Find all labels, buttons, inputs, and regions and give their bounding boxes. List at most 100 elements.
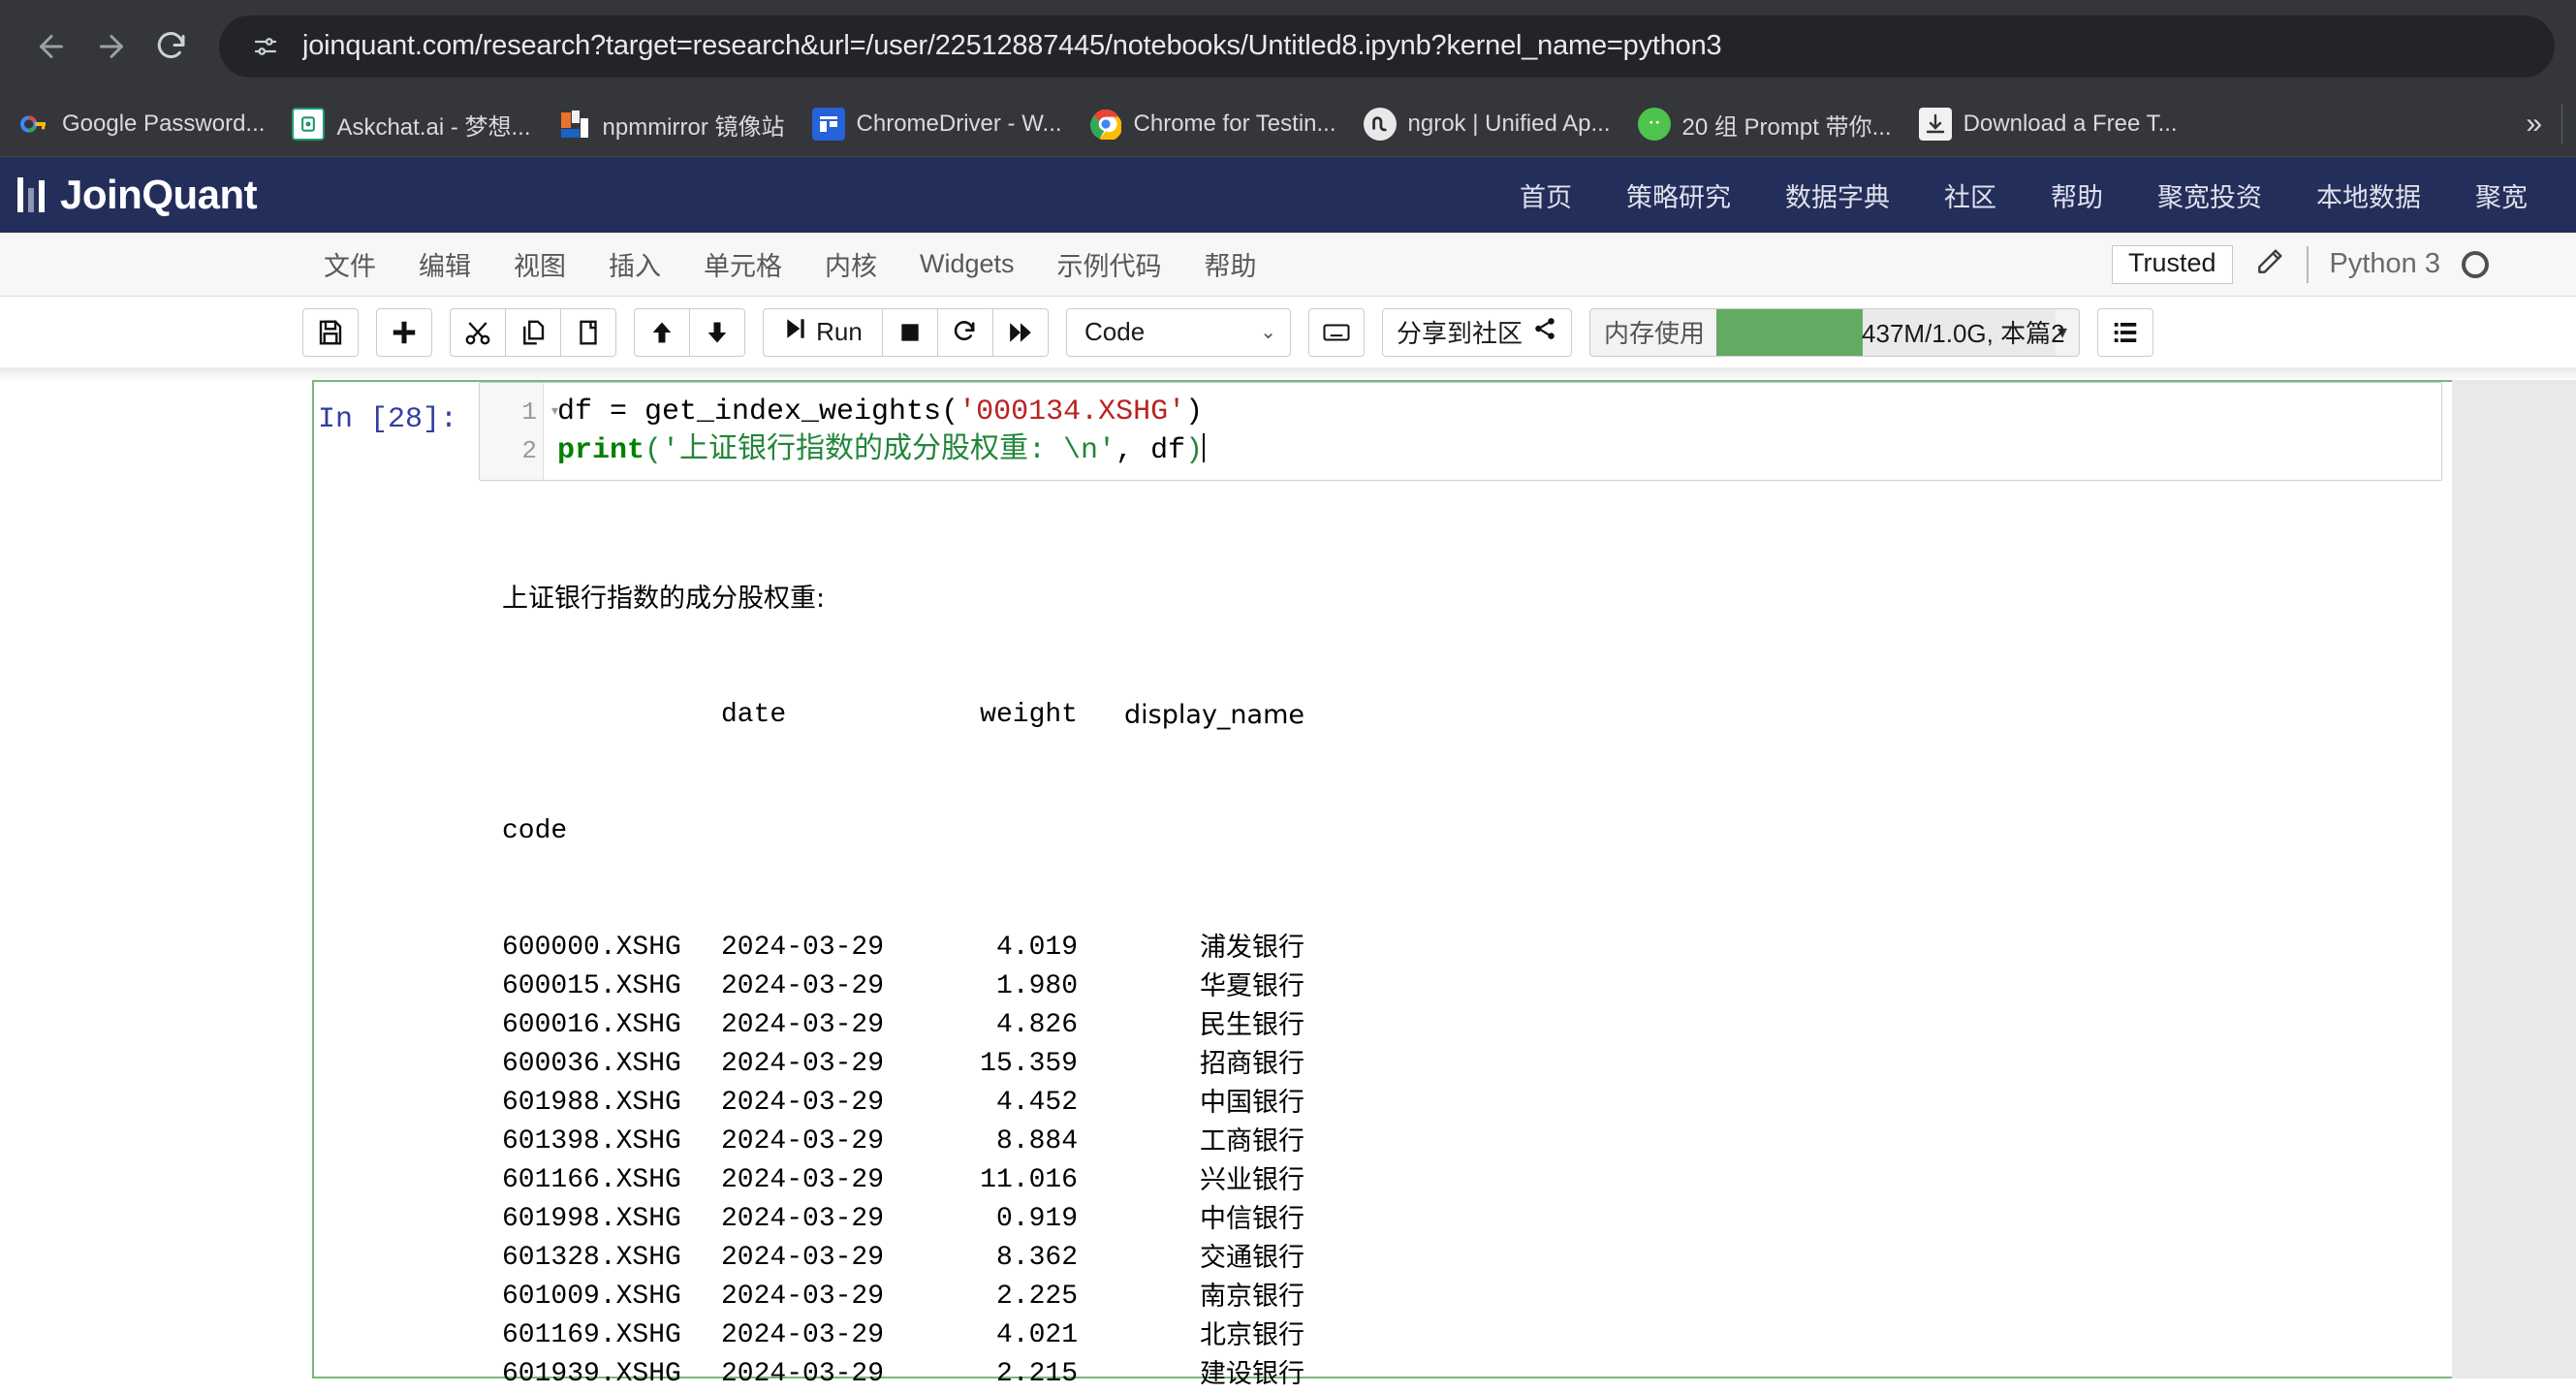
brand-name: JoinQuant (60, 172, 257, 218)
cell-display-name: 建设银行 (1078, 1355, 1304, 1394)
site-settings-tune-icon[interactable] (244, 25, 287, 68)
arrow-down-icon[interactable] (689, 308, 745, 357)
cell-code: 600000.XSHG (502, 929, 721, 967)
code-line-2-paren-close: ) (1185, 434, 1203, 467)
cell-type-select[interactable]: Code ⌄ (1066, 308, 1291, 357)
share-to-community-button[interactable]: 分享到社区 (1382, 308, 1572, 357)
cell-display-name: 交通银行 (1078, 1239, 1304, 1278)
menu-widgets[interactable]: Widgets (898, 249, 1036, 279)
bookmark-chromedriver[interactable]: ChromeDriver - W... (799, 99, 1076, 149)
memory-value: 437M/1.0G, 本篇2 (1716, 314, 2065, 350)
output-row: 600015.XSHG2024-03-291.980华夏银行 (502, 967, 1304, 1006)
menu-insert[interactable]: 插入 (587, 245, 682, 283)
chevron-down-icon: ⌄ (1260, 320, 1276, 344)
bookmark-label: Chrome for Testin... (1134, 111, 1336, 138)
cell-date: 2024-03-29 (721, 1045, 932, 1084)
memory-usage-widget[interactable]: 内存使用 437M/1.0G, 本篇2 ▾ (1589, 308, 2080, 357)
stop-square-icon[interactable] (882, 308, 938, 357)
cell-date: 2024-03-29 (721, 929, 932, 967)
cell-code-editor[interactable]: df = get_index_weights('000134.XSHG') pr… (544, 383, 2441, 480)
bookmark-label: Download a Free T... (1963, 111, 2178, 138)
menu-cell[interactable]: 单元格 (682, 245, 803, 283)
cell-code: 601169.XSHG (502, 1316, 721, 1355)
bookmark-askchat[interactable]: Askchat.ai - 梦想... (278, 99, 544, 149)
save-icon[interactable] (302, 308, 359, 357)
notebook-shell: 文件 编辑 视图 插入 单元格 内核 Widgets 示例代码 帮助 Trust… (0, 233, 2576, 1375)
scissors-icon[interactable] (450, 308, 506, 357)
cell-display-name: 民生银行 (1078, 1006, 1304, 1045)
cell-output-area: 上证银行指数的成分股权重: date weight display_name c… (502, 502, 1304, 1394)
bookmark-label: ngrok | Unified Ap... (1408, 111, 1611, 138)
nav-item-data-dictionary[interactable]: 数据字典 (1758, 176, 1917, 214)
bookmark-ngrok[interactable]: ngrok | Unified Ap... (1350, 99, 1624, 149)
table-of-contents-icon[interactable] (2097, 308, 2153, 357)
forward-arrow-icon[interactable] (81, 16, 141, 77)
bookmark-chrome-for-testing[interactable]: Chrome for Testin... (1076, 99, 1350, 149)
bookmark-label: Google Password... (62, 111, 265, 138)
cell-input-area[interactable]: 1 ▾ 2 df = get_index_weights('000134.XSH… (479, 382, 2442, 481)
nav-item-community[interactable]: 社区 (1917, 176, 2024, 214)
nav-item-joinquant-more[interactable]: 聚宽 (2448, 176, 2555, 214)
restart-icon[interactable] (937, 308, 993, 357)
nav-item-home[interactable]: 首页 (1492, 176, 1599, 214)
cell-line-number-gutter: 1 ▾ 2 (480, 383, 544, 480)
plus-icon[interactable] (376, 308, 432, 357)
cell-date: 2024-03-29 (721, 967, 932, 1006)
cell-code: 601166.XSHG (502, 1161, 721, 1200)
pencil-icon[interactable] (2254, 246, 2285, 282)
google-passwords-icon (17, 108, 50, 141)
bookmarks-overflow-button[interactable]: » (2506, 108, 2561, 141)
line-number-1: 1 ▾ (480, 393, 543, 431)
code-line-1-plain-a: df = get_index_weights( (557, 396, 958, 428)
share-label: 分享到社区 (1397, 314, 1523, 350)
menu-edit[interactable]: 编辑 (397, 245, 492, 283)
code-line-2-args: , df (1115, 434, 1185, 467)
move-group (634, 308, 745, 357)
column-header-weight: weight (932, 696, 1078, 735)
cell-weight: 8.362 (932, 1239, 1078, 1278)
cell-display-name: 浦发银行 (1078, 929, 1304, 967)
kernel-idle-circle-icon[interactable] (2462, 251, 2489, 278)
run-button[interactable]: Run (763, 308, 883, 357)
menu-file[interactable]: 文件 (302, 245, 397, 283)
cell-weight: 4.021 (932, 1316, 1078, 1355)
joinquant-logo[interactable]: JoinQuant (17, 172, 257, 218)
trusted-badge[interactable]: Trusted (2112, 245, 2233, 284)
fold-marker-icon[interactable]: ▾ (550, 393, 560, 431)
bookmark-download-free-trial[interactable]: Download a Free T... (1905, 99, 2191, 149)
bookmark-prompt-guide[interactable]: 20 组 Prompt 带你... (1624, 99, 1905, 149)
keyboard-icon[interactable] (1308, 308, 1365, 357)
cell-display-name: 华夏银行 (1078, 967, 1304, 1006)
cell-date: 2024-03-29 (721, 1084, 932, 1123)
cell-weight: 15.359 (932, 1045, 1078, 1084)
paste-icon[interactable] (560, 308, 616, 357)
cell-code: 601988.XSHG (502, 1084, 721, 1123)
back-arrow-icon[interactable] (21, 16, 81, 77)
bookmark-npmmirror[interactable]: npmmirror 镜像站 (545, 99, 799, 149)
output-column-headers: date weight display_name (502, 696, 1304, 735)
cell-date: 2024-03-29 (721, 1355, 932, 1394)
reload-icon[interactable] (141, 16, 202, 77)
address-bar[interactable]: joinquant.com/research?target=research&u… (219, 16, 2555, 78)
output-row: 601009.XSHG2024-03-292.225南京银行 (502, 1278, 1304, 1316)
run-group: Run (763, 308, 1049, 357)
cell-weight: 2.215 (932, 1355, 1078, 1394)
menu-example-code[interactable]: 示例代码 (1036, 245, 1183, 283)
fast-forward-icon[interactable] (992, 308, 1049, 357)
copy-icon[interactable] (505, 308, 561, 357)
menu-view[interactable]: 视图 (492, 245, 587, 283)
cell-weight: 1.980 (932, 967, 1078, 1006)
nav-item-strategy-research[interactable]: 策略研究 (1599, 176, 1758, 214)
arrow-up-icon[interactable] (634, 308, 690, 357)
menu-kernel[interactable]: 内核 (803, 245, 898, 283)
menu-help[interactable]: 帮助 (1183, 245, 1278, 283)
nav-item-help[interactable]: 帮助 (2024, 176, 2130, 214)
output-row: 601998.XSHG2024-03-290.919中信银行 (502, 1200, 1304, 1239)
memory-label: 内存使用 (1590, 314, 1716, 350)
cell-code: 601939.XSHG (502, 1355, 721, 1394)
nav-item-investment[interactable]: 聚宽投资 (2130, 176, 2289, 214)
site-nav: 首页 策略研究 数据字典 社区 帮助 聚宽投资 本地数据 聚宽 (1492, 176, 2555, 214)
bookmark-google-passwords[interactable]: Google Password... (4, 99, 278, 149)
output-row: 601939.XSHG2024-03-292.215建设银行 (502, 1355, 1304, 1394)
nav-item-local-data[interactable]: 本地数据 (2289, 176, 2448, 214)
